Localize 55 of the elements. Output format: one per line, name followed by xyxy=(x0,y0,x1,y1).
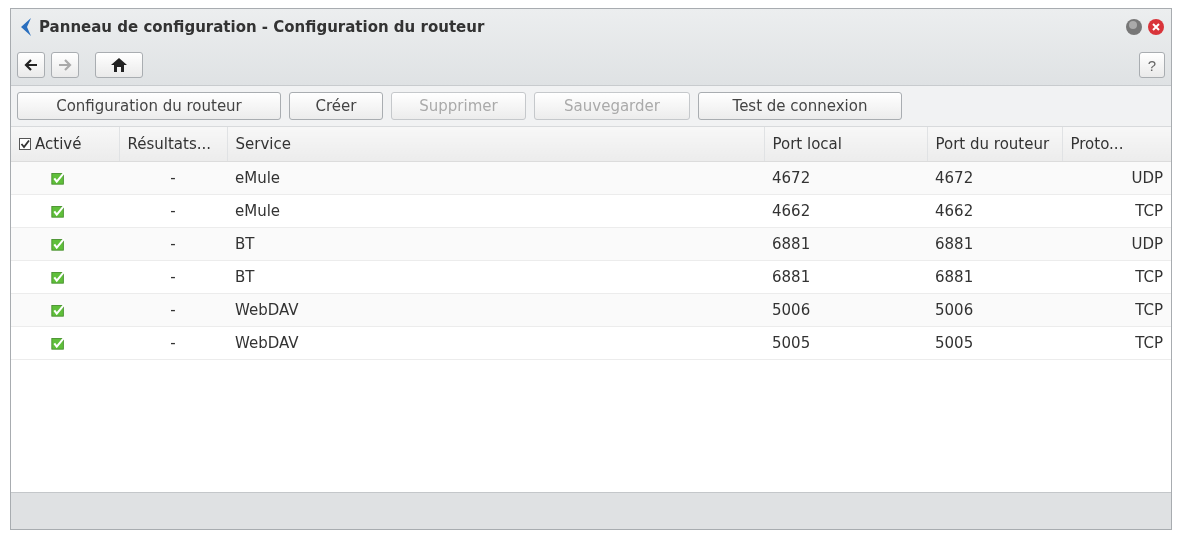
table-cell: TCP xyxy=(1062,260,1171,294)
table-cell: 5006 xyxy=(764,293,927,327)
checkbox[interactable] xyxy=(51,171,65,185)
forward-arrow-icon xyxy=(58,59,72,71)
table-cell: BT xyxy=(227,260,764,294)
table-cell: 6881 xyxy=(927,260,1062,294)
table-cell: - xyxy=(119,326,227,360)
toolbar-button[interactable]: Test de connexion xyxy=(698,92,902,120)
table-cell: 6881 xyxy=(764,260,927,294)
table-cell: WebDAV xyxy=(227,326,764,360)
table-cell: - xyxy=(119,161,227,195)
table-cell: eMule xyxy=(227,161,764,195)
column-header[interactable]: Port local xyxy=(764,127,927,162)
checkbox[interactable] xyxy=(51,303,65,317)
checkbox[interactable] xyxy=(19,138,31,150)
table-cell: 5006 xyxy=(927,293,1062,327)
close-button[interactable] xyxy=(1147,18,1165,36)
column-header[interactable]: Proto... xyxy=(1062,127,1171,162)
column-header[interactable]: Service xyxy=(227,127,764,162)
table-cell: 4662 xyxy=(927,194,1062,228)
table-cell: 5005 xyxy=(927,326,1062,360)
table-cell: UDP xyxy=(1062,161,1171,195)
home-button[interactable] xyxy=(95,52,143,78)
column-header[interactable]: Port du routeur xyxy=(927,127,1062,162)
table-cell: 4662 xyxy=(764,194,927,228)
table-cell: 4672 xyxy=(927,161,1062,195)
table-cell: TCP xyxy=(1062,326,1171,360)
home-icon xyxy=(111,58,127,72)
back-button[interactable] xyxy=(17,52,45,78)
back-arrow-icon xyxy=(24,59,38,71)
checkbox[interactable] xyxy=(51,336,65,350)
table-cell: UDP xyxy=(1062,227,1171,261)
checkbox[interactable] xyxy=(51,237,65,251)
window-title: Panneau de configuration - Configuration du routeur xyxy=(39,18,486,36)
table-cell: eMule xyxy=(227,194,764,228)
table-cell: - xyxy=(119,227,227,261)
table-cell: - xyxy=(119,194,227,228)
minimize-button[interactable] xyxy=(1125,18,1143,36)
checkbox[interactable] xyxy=(51,204,65,218)
table-cell: TCP xyxy=(1062,293,1171,327)
checkbox[interactable] xyxy=(51,270,65,284)
help-button[interactable]: ? xyxy=(1139,52,1165,78)
table-cell: 4672 xyxy=(764,161,927,195)
toolbar-button[interactable]: Configuration du routeur xyxy=(17,92,281,120)
table-cell: BT xyxy=(227,227,764,261)
table-cell: WebDAV xyxy=(227,293,764,327)
table-cell: TCP xyxy=(1062,194,1171,228)
toolbar-button[interactable]: Créer xyxy=(289,92,383,120)
column-header: Activé xyxy=(35,135,82,153)
table-cell: 5005 xyxy=(764,326,927,360)
table-cell: 6881 xyxy=(764,227,927,261)
table-cell: - xyxy=(119,293,227,327)
table-cell: 6881 xyxy=(927,227,1062,261)
column-header[interactable]: Résultats... xyxy=(119,127,227,162)
table-cell: - xyxy=(119,260,227,294)
